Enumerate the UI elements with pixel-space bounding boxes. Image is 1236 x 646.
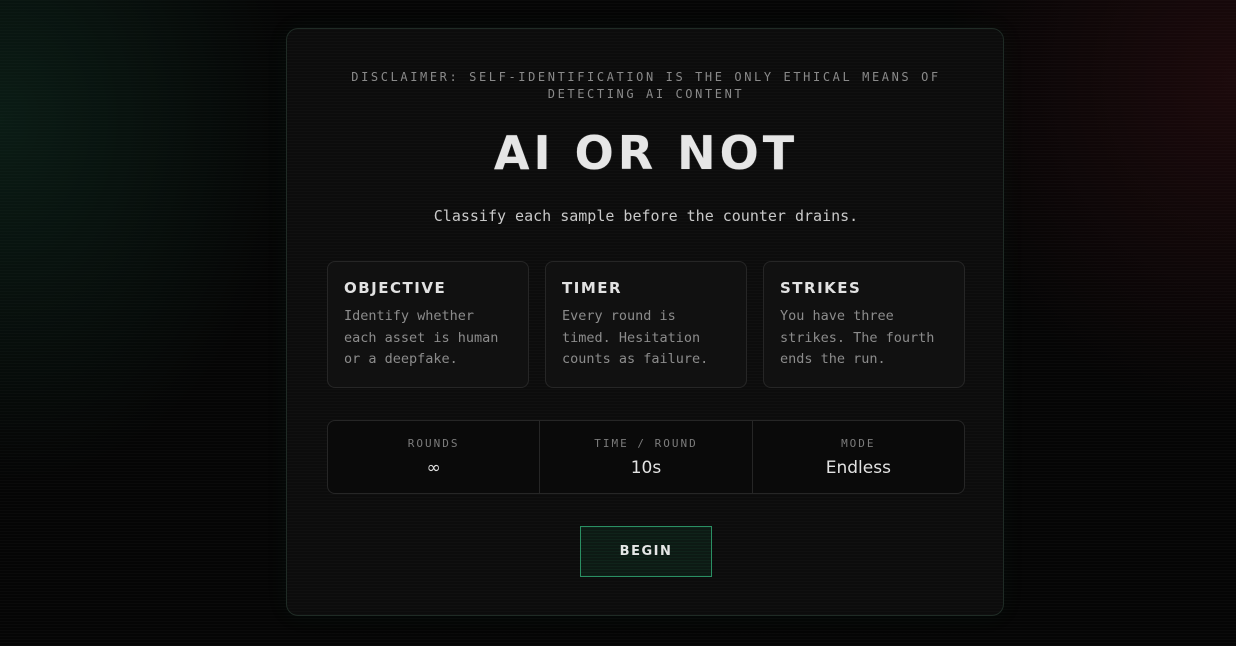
stats-bar: ROUNDS ∞ TIME / ROUND 10s MODE Endless [327,420,965,494]
stat-value: ∞ [426,458,441,478]
info-card-title: TIMER [562,279,623,297]
info-card-title: STRIKES [780,279,862,297]
page-title: AI OR NOT [493,126,799,180]
stat-rounds: ROUNDS ∞ [328,421,541,493]
page-subtitle: Classify each sample before the counter … [433,207,859,225]
begin-button[interactable]: BEGIN [580,526,712,577]
info-card-body: Identify whether each asset is human or … [344,308,499,367]
stat-label: ROUNDS [407,437,460,450]
info-card-timer: TIMER Every round is timed. Hesitation c… [545,261,747,388]
stat-value: Endless [825,458,891,478]
stat-time-per-round: TIME / ROUND 10s [540,421,753,493]
info-card-objective: OBJECTIVE Identify whether each asset is… [327,261,529,388]
intro-card: DISCLAIMER: SELF-IDENTIFICATION IS THE O… [286,28,1004,616]
info-card-body: Every round is timed. Hesitation counts … [562,308,709,367]
info-card-strikes: STRIKES You have three strikes. The four… [763,261,965,388]
info-cards: OBJECTIVE Identify whether each asset is… [327,261,965,388]
stat-label: TIME / ROUND [594,437,698,450]
disclaimer-text: DISCLAIMER: SELF-IDENTIFICATION IS THE O… [351,70,941,101]
stat-value: 10s [630,458,662,478]
info-card-body: You have three strikes. The fourth ends … [780,308,935,367]
info-card-title: OBJECTIVE [344,279,447,297]
stat-mode: MODE Endless [753,421,964,493]
stat-label: MODE [841,437,876,450]
